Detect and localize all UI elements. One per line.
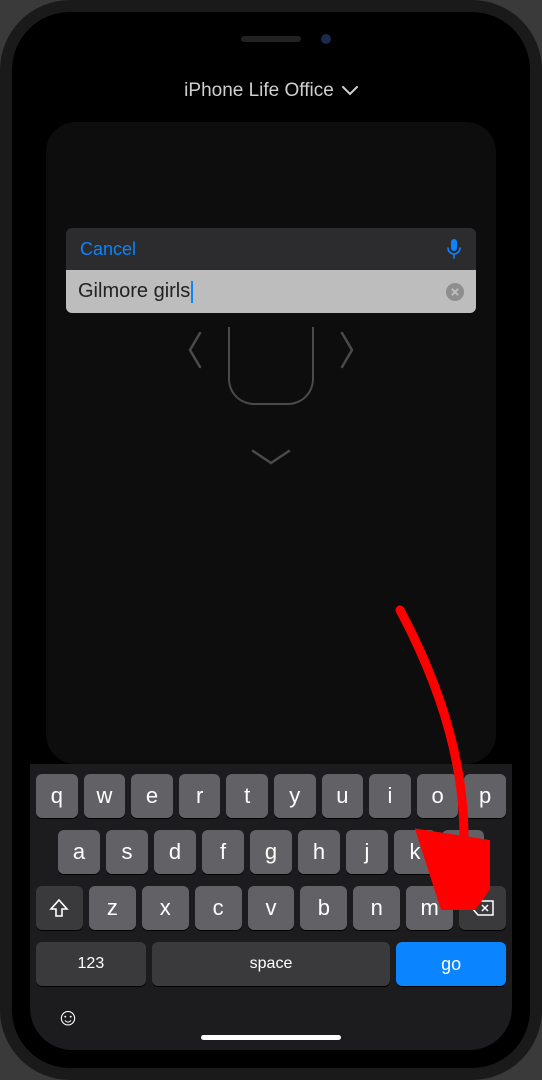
key-i[interactable]: i: [369, 774, 411, 818]
key-u[interactable]: u: [322, 774, 364, 818]
device-name: iPhone Life Office: [184, 80, 334, 102]
dpad-select[interactable]: [228, 327, 314, 405]
dpad: [66, 327, 476, 405]
screen: iPhone Life Office Cancel Gilmore girls: [30, 30, 512, 1050]
key-p[interactable]: p: [464, 774, 506, 818]
key-b[interactable]: b: [300, 886, 347, 930]
key-w[interactable]: w: [84, 774, 126, 818]
backspace-key[interactable]: [459, 886, 506, 930]
space-key[interactable]: space: [152, 942, 391, 986]
search-toolbar: Cancel: [66, 228, 476, 270]
key-l[interactable]: l: [442, 830, 484, 874]
keyboard-row-1: qwertyuiop: [36, 774, 506, 818]
notch: [171, 24, 371, 54]
go-key[interactable]: go: [396, 942, 506, 986]
key-f[interactable]: f: [202, 830, 244, 874]
key-k[interactable]: k: [394, 830, 436, 874]
key-j[interactable]: j: [346, 830, 388, 874]
keyboard-row-2: asdfghjkl: [36, 830, 506, 874]
phone-frame: iPhone Life Office Cancel Gilmore girls: [0, 0, 542, 1080]
chevron-down-icon: [342, 86, 358, 96]
key-v[interactable]: v: [248, 886, 295, 930]
key-z[interactable]: z: [89, 886, 136, 930]
key-c[interactable]: c: [195, 886, 242, 930]
clear-icon[interactable]: [446, 283, 464, 301]
shift-key[interactable]: [36, 886, 83, 930]
key-s[interactable]: s: [106, 830, 148, 874]
home-indicator[interactable]: [201, 1035, 341, 1040]
chevron-down-icon[interactable]: [249, 447, 293, 467]
numbers-key[interactable]: 123: [36, 942, 146, 986]
chevron-left-icon[interactable]: [184, 327, 206, 373]
search-input[interactable]: Gilmore girls: [66, 270, 476, 313]
screen-bezel: iPhone Life Office Cancel Gilmore girls: [12, 12, 530, 1068]
key-t[interactable]: t: [226, 774, 268, 818]
emoji-icon[interactable]: ☺: [54, 1004, 82, 1032]
key-q[interactable]: q: [36, 774, 78, 818]
search-query-text: Gilmore girls: [78, 280, 190, 303]
key-a[interactable]: a: [58, 830, 100, 874]
key-o[interactable]: o: [417, 774, 459, 818]
key-m[interactable]: m: [406, 886, 453, 930]
key-g[interactable]: g: [250, 830, 292, 874]
key-d[interactable]: d: [154, 830, 196, 874]
shift-icon: [49, 898, 69, 918]
keyboard-row-4: 123 space go: [36, 942, 506, 986]
cancel-button[interactable]: Cancel: [80, 239, 136, 260]
keyboard-row-3: zxcvbnm: [36, 886, 506, 930]
chevron-right-icon[interactable]: [336, 327, 358, 373]
key-n[interactable]: n: [353, 886, 400, 930]
key-e[interactable]: e: [131, 774, 173, 818]
key-h[interactable]: h: [298, 830, 340, 874]
backspace-icon: [471, 899, 495, 917]
search-input-value: Gilmore girls: [78, 280, 446, 303]
key-r[interactable]: r: [179, 774, 221, 818]
text-caret: [191, 281, 193, 303]
microphone-icon[interactable]: [446, 238, 462, 260]
key-y[interactable]: y: [274, 774, 316, 818]
key-x[interactable]: x: [142, 886, 189, 930]
remote-touch-surface[interactable]: Cancel Gilmore girls: [46, 122, 496, 764]
keyboard-bottom-bar: ☺: [36, 998, 506, 1032]
front-camera: [321, 34, 331, 44]
speaker-grill: [241, 36, 301, 42]
keyboard: qwertyuiop asdfghjkl zxcvbnm 123 space g…: [30, 764, 512, 1050]
